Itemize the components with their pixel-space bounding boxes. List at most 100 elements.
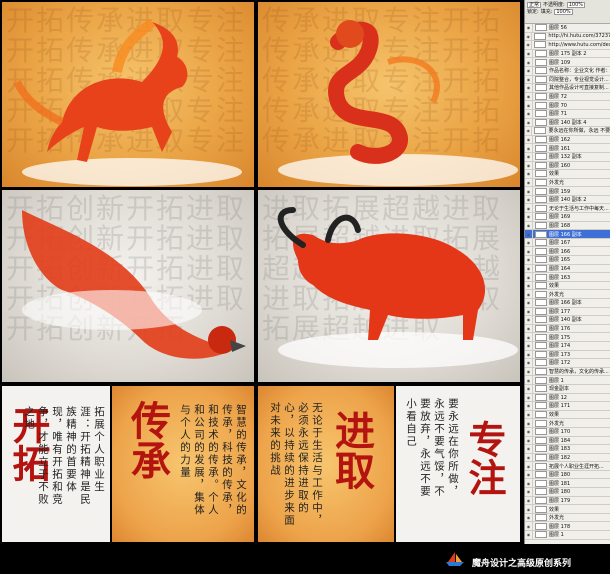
eye-icon[interactable]: ◉: [525, 522, 533, 531]
layer-row[interactable]: ◉ 图层 177: [525, 307, 610, 317]
layer-row[interactable]: ◉ 外发光: [525, 419, 610, 428]
layer-row[interactable]: ◉ 外发光: [525, 513, 610, 523]
eye-icon[interactable]: ◉: [525, 299, 533, 307]
eye-icon[interactable]: ◉: [525, 488, 533, 496]
layer-row[interactable]: ◉ 图层 170: [525, 427, 610, 437]
layer-row[interactable]: ◉ 图层 132 副本: [525, 152, 610, 162]
layer-row[interactable]: ◉ 图层 167: [525, 238, 610, 248]
eye-icon[interactable]: ◉: [525, 75, 533, 84]
eye-icon[interactable]: ◉: [525, 367, 533, 376]
layer-row[interactable]: ◉ 效果: [525, 281, 610, 291]
eye-icon[interactable]: ◉: [525, 195, 533, 204]
eye-icon[interactable]: ◉: [525, 350, 533, 359]
eye-icon[interactable]: ◉: [525, 49, 533, 58]
eye-icon[interactable]: ◉: [525, 84, 533, 92]
layer-row[interactable]: ◉ 图层 166 副本: [525, 230, 610, 239]
layer-row[interactable]: ◉ 图层 12: [525, 393, 610, 403]
eye-icon[interactable]: ◉: [525, 213, 533, 221]
layer-row[interactable]: ◉ 外发光: [525, 290, 610, 299]
eye-icon[interactable]: ◉: [525, 316, 533, 324]
layer-row[interactable]: ◉ 图层 162: [525, 135, 610, 145]
layer-row[interactable]: ◉ 图层 179: [525, 496, 610, 506]
layer-row[interactable]: ◉ 图层 159: [525, 187, 610, 196]
eye-icon[interactable]: ◉: [525, 109, 533, 118]
eye-icon[interactable]: ◉: [525, 101, 533, 109]
eye-icon[interactable]: ◉: [525, 462, 533, 470]
layer-row[interactable]: ◉ 智慧的传承，文化的传承...: [525, 367, 610, 377]
layer-row[interactable]: ◉ 效果: [525, 170, 610, 179]
layer-row[interactable]: ◉ 图层 169: [525, 213, 610, 222]
layer-row[interactable]: ◉ 图层 166: [525, 247, 610, 257]
eye-icon[interactable]: ◉: [525, 152, 533, 161]
layers-panel[interactable]: 正常 不透明度: 100% 锁定: 填充: 100% ◉ 图层 56 ◉ http:/…: [524, 0, 610, 544]
eye-icon[interactable]: ◉: [525, 187, 533, 195]
eye-icon[interactable]: ◉: [525, 479, 533, 488]
layer-row[interactable]: ◉ 其他作品设计可直接复制...: [525, 84, 610, 93]
layer-row[interactable]: ◉ 图层 72: [525, 92, 610, 102]
layer-row[interactable]: ◉ 图层 182: [525, 453, 610, 463]
layer-row[interactable]: ◉ 效果: [525, 410, 610, 420]
layer-row[interactable]: ◉ 图层 180: [525, 470, 610, 480]
eye-icon[interactable]: ◉: [525, 32, 533, 41]
layer-row[interactable]: ◉ 图层 176: [525, 324, 610, 334]
layer-row[interactable]: ◉ 图层 173: [525, 350, 610, 360]
eye-icon[interactable]: ◉: [525, 445, 533, 453]
layer-row[interactable]: ◉ 要永远在你所做，永远 不要...: [525, 127, 610, 136]
fill-input[interactable]: 100%: [554, 8, 573, 15]
eye-icon[interactable]: ◉: [525, 127, 533, 135]
layer-row[interactable]: ◉ 无论于生活与工作中每天...: [525, 204, 610, 214]
layer-row[interactable]: ◉ 现金副本: [525, 384, 610, 394]
layer-row[interactable]: ◉ 图层 165: [525, 256, 610, 265]
layer-row[interactable]: ◉ 图层 56: [525, 24, 610, 33]
eye-icon[interactable]: ◉: [525, 24, 533, 32]
eye-icon[interactable]: ◉: [525, 118, 533, 127]
eye-icon[interactable]: ◉: [525, 221, 533, 230]
layer-row[interactable]: ◉ 图层 1: [525, 376, 610, 385]
eye-icon[interactable]: ◉: [525, 264, 533, 273]
document-canvas[interactable]: 开拓传承进取专注开拓传承进取专注开拓传承进取专注开拓传承进取专注开拓传承进取专注…: [0, 0, 522, 544]
layer-row[interactable]: ◉ http://hi.hutu.com/37237...: [525, 32, 610, 42]
eye-icon[interactable]: ◉: [525, 161, 533, 170]
eye-icon[interactable]: ◉: [525, 333, 533, 341]
eye-icon[interactable]: ◉: [525, 453, 533, 462]
eye-icon[interactable]: ◉: [525, 204, 533, 213]
layer-row[interactable]: ◉ 图层 184: [525, 436, 610, 446]
eye-icon[interactable]: ◉: [525, 273, 533, 281]
layer-row[interactable]: ◉ 图层 140 副本 2: [525, 195, 610, 205]
layer-row[interactable]: ◉ 图层 164: [525, 264, 610, 274]
layer-row[interactable]: ◉ 图层 180: [525, 488, 610, 497]
layer-row[interactable]: ◉ 图层 140 副本 4: [525, 118, 610, 128]
layer-row[interactable]: ◉ 图层 183: [525, 445, 610, 454]
eye-icon[interactable]: ◉: [525, 384, 533, 393]
eye-icon[interactable]: ◉: [525, 41, 533, 49]
layer-row[interactable]: ◉ 图层 160: [525, 161, 610, 171]
eye-icon[interactable]: ◉: [525, 393, 533, 402]
eye-icon[interactable]: ◉: [525, 513, 533, 522]
eye-icon[interactable]: ◉: [525, 230, 533, 238]
layer-row[interactable]: ◉ http://www.hutu.com/des...: [525, 41, 610, 50]
layer-row[interactable]: ◉ 图层 181: [525, 479, 610, 489]
layer-row[interactable]: ◉ 图层 178: [525, 522, 610, 532]
eye-icon[interactable]: ◉: [525, 324, 533, 333]
eye-icon[interactable]: ◉: [525, 144, 533, 152]
eye-icon[interactable]: ◉: [525, 290, 533, 298]
opacity-input[interactable]: 100%: [566, 1, 585, 8]
eye-icon[interactable]: ◉: [525, 135, 533, 144]
eye-icon[interactable]: ◉: [525, 359, 533, 367]
layer-row[interactable]: ◉ 图层 175: [525, 333, 610, 342]
layer-row[interactable]: ◉ 图层 175 副本 2: [525, 49, 610, 59]
eye-icon[interactable]: ◉: [525, 256, 533, 264]
layer-row[interactable]: ◉ 图层 171: [525, 402, 610, 411]
eye-icon[interactable]: ◉: [525, 427, 533, 436]
layer-row[interactable]: ◉ 图层 71: [525, 109, 610, 119]
eye-icon[interactable]: ◉: [525, 505, 533, 513]
layer-row[interactable]: ◉ 图层 140 副本: [525, 316, 610, 325]
layer-row[interactable]: ◉ 效果: [525, 505, 610, 514]
layer-row[interactable]: ◉ 图层 172: [525, 359, 610, 368]
eye-icon[interactable]: ◉: [525, 376, 533, 384]
eye-icon[interactable]: ◉: [525, 410, 533, 419]
eye-icon[interactable]: ◉: [525, 470, 533, 479]
layer-row[interactable]: ◉ 同院整合，专业视觉设计...: [525, 75, 610, 85]
eye-icon[interactable]: ◉: [525, 496, 533, 505]
layer-row[interactable]: ◉ 图层 168: [525, 221, 610, 231]
